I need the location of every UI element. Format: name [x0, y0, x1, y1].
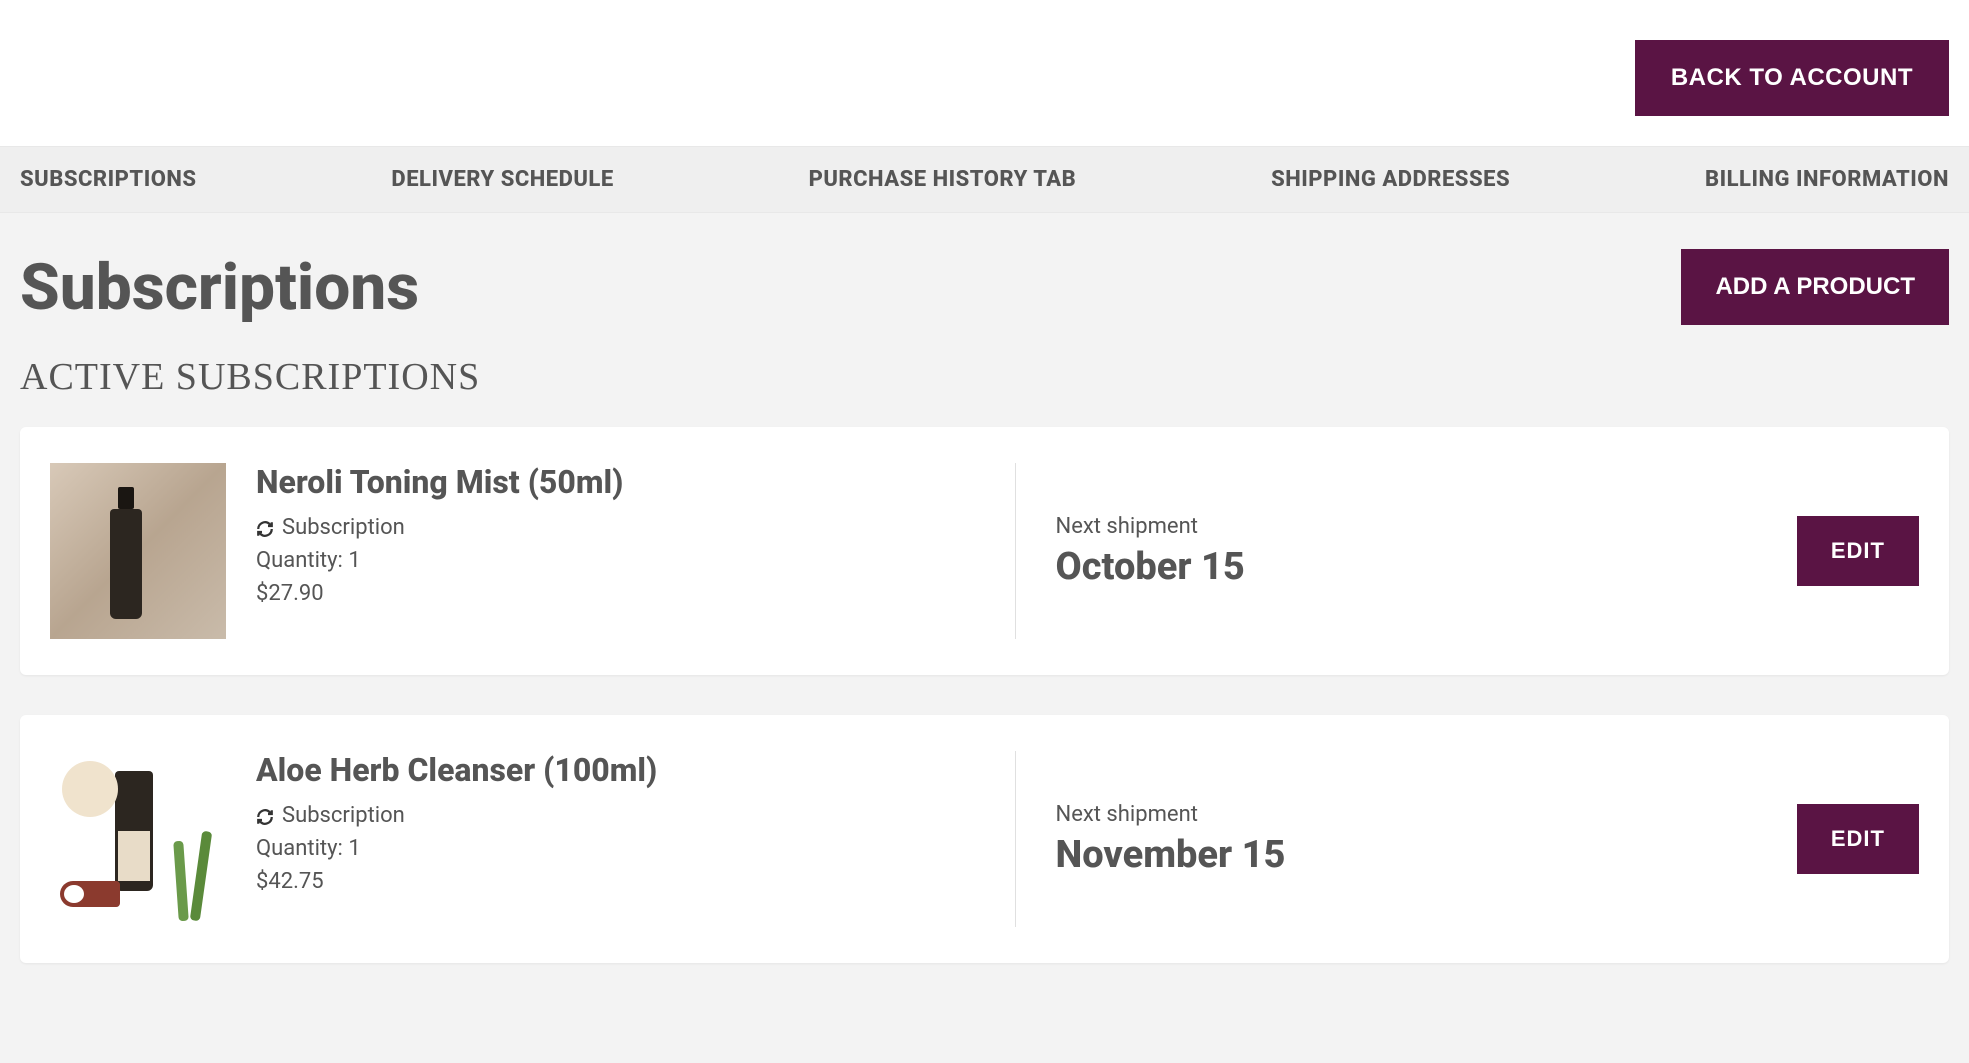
tab-shipping-addresses[interactable]: SHIPPING ADDRESSES [1271, 147, 1510, 212]
section-title-active: ACTIVE SUBSCRIPTIONS [20, 355, 1949, 399]
product-image [50, 751, 226, 927]
refresh-icon [256, 807, 274, 825]
quantity-prefix: Quantity: [256, 548, 348, 573]
subscription-label: Subscription [282, 803, 405, 828]
edit-button[interactable]: EDIT [1797, 516, 1919, 586]
next-shipment-date: November 15 [1056, 833, 1797, 877]
next-shipment-date: October 15 [1056, 545, 1797, 589]
next-shipment-label: Next shipment [1056, 802, 1797, 827]
divider [1015, 751, 1016, 927]
product-details: Neroli Toning Mist (50ml) Subscription Q… [256, 463, 623, 606]
subscription-type-line: Subscription [256, 515, 623, 540]
quantity-value: 1 [348, 836, 360, 861]
next-shipment-label: Next shipment [1056, 514, 1797, 539]
tab-billing-information[interactable]: BILLING INFORMATION [1705, 147, 1949, 212]
add-product-button[interactable]: ADD A PRODUCT [1681, 249, 1949, 325]
tab-subscriptions[interactable]: SUBSCRIPTIONS [20, 147, 197, 212]
quantity-line: Quantity: 1 [256, 548, 623, 573]
page-content: Subscriptions ADD A PRODUCT ACTIVE SUBSC… [0, 213, 1969, 1063]
product-details: Aloe Herb Cleanser (100ml) Subscription … [256, 751, 657, 894]
tab-bar: SUBSCRIPTIONS DELIVERY SCHEDULE PURCHASE… [0, 146, 1969, 213]
subscription-type-line: Subscription [256, 803, 657, 828]
divider [1015, 463, 1016, 639]
tab-purchase-history[interactable]: PURCHASE HISTORY TAB [809, 147, 1077, 212]
back-to-account-button[interactable]: BACK TO ACCOUNT [1635, 40, 1949, 116]
page-header: Subscriptions ADD A PRODUCT [20, 249, 1949, 325]
edit-column: EDIT [1797, 463, 1919, 639]
shipment-column: Next shipment October 15 [1046, 463, 1797, 639]
price: $42.75 [256, 869, 657, 894]
top-bar: BACK TO ACCOUNT [0, 0, 1969, 146]
subscription-label: Subscription [282, 515, 405, 540]
page-title: Subscriptions [20, 250, 419, 325]
product-image [50, 463, 226, 639]
product-name: Aloe Herb Cleanser (100ml) [256, 751, 657, 789]
product-name: Neroli Toning Mist (50ml) [256, 463, 623, 501]
edit-button[interactable]: EDIT [1797, 804, 1919, 874]
subscription-card: Aloe Herb Cleanser (100ml) Subscription … [20, 715, 1949, 963]
refresh-icon [256, 519, 274, 537]
product-column: Aloe Herb Cleanser (100ml) Subscription … [50, 751, 985, 927]
product-column: Neroli Toning Mist (50ml) Subscription Q… [50, 463, 985, 639]
quantity-value: 1 [348, 548, 360, 573]
subscription-card: Neroli Toning Mist (50ml) Subscription Q… [20, 427, 1949, 675]
quantity-line: Quantity: 1 [256, 836, 657, 861]
shipment-column: Next shipment November 15 [1046, 751, 1797, 927]
edit-column: EDIT [1797, 751, 1919, 927]
tab-delivery-schedule[interactable]: DELIVERY SCHEDULE [391, 147, 613, 212]
price: $27.90 [256, 581, 623, 606]
quantity-prefix: Quantity: [256, 836, 348, 861]
